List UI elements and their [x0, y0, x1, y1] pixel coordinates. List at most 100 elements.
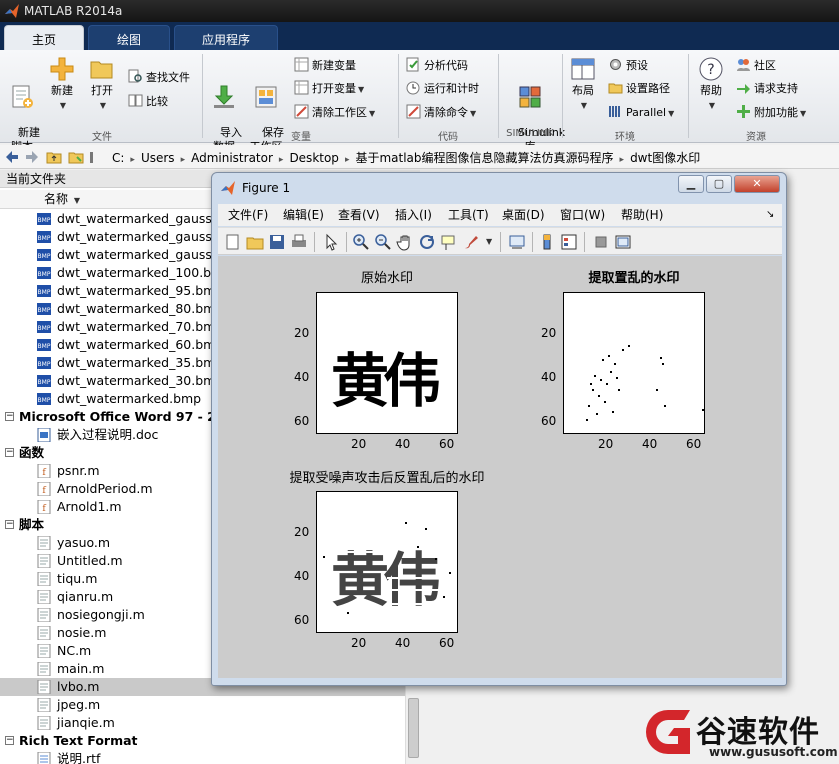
open-button[interactable]: 打开 ▼	[84, 56, 120, 113]
open-variable-button[interactable]: 打开变量 ▼	[294, 79, 364, 99]
pan-hand-icon[interactable]	[396, 233, 414, 251]
figure-menu-item[interactable]: 插入(I)	[395, 204, 432, 226]
minimize-button[interactable]: ▁	[678, 175, 704, 193]
breadcrumb-separator-icon[interactable]: ▸	[130, 155, 135, 165]
chevron-down-icon[interactable]: ▼	[486, 237, 492, 246]
file-list-item[interactable]: jianqie.m	[0, 714, 405, 732]
new-figure-icon[interactable]	[224, 233, 242, 251]
zoom-in-icon[interactable]	[352, 233, 370, 251]
breadcrumb-item[interactable]: dwt图像水印	[630, 151, 700, 165]
compare-button[interactable]: 比较	[128, 92, 168, 112]
data-cursor-icon[interactable]	[440, 233, 458, 251]
tab-plots[interactable]: 绘图	[88, 25, 170, 50]
find-files-button[interactable]: 查找文件	[128, 68, 190, 88]
file-name: Untitled.m	[57, 553, 123, 568]
clear-workspace-button[interactable]: 清除工作区 ▼	[294, 103, 375, 123]
find-files-label: 查找文件	[146, 71, 190, 84]
open-variable-icon	[294, 80, 309, 95]
breadcrumb-separator-icon[interactable]: ▸	[620, 155, 625, 165]
figure-menu-item[interactable]: 桌面(D)	[502, 204, 545, 226]
figure-title-bar[interactable]: Figure 1 ▁ ▢ ✕	[212, 173, 786, 201]
breadcrumb-separator-icon[interactable]: ▸	[279, 155, 284, 165]
rotate-3d-icon[interactable]	[418, 233, 436, 251]
maximize-button[interactable]: ▢	[706, 175, 732, 193]
clear-commands-label: 清除命令	[424, 106, 468, 119]
up-folder-icon[interactable]	[46, 149, 62, 165]
link-plot-icon[interactable]	[508, 233, 526, 251]
request-support-button[interactable]: 请求支持	[736, 79, 798, 99]
group-label-resources: 资源	[746, 132, 766, 143]
close-button[interactable]: ✕	[734, 175, 780, 193]
group-label-environment: 环境	[615, 132, 635, 143]
svg-text:BMP: BMP	[38, 217, 51, 224]
figure-toolbar: ▼	[218, 227, 782, 255]
back-arrow-icon[interactable]	[4, 149, 20, 165]
file-name: Arnold1.m	[57, 499, 122, 514]
preferences-button[interactable]: 预设	[608, 56, 648, 76]
new-button[interactable]: 新建 ▼	[44, 56, 80, 113]
open-file-icon[interactable]	[246, 233, 264, 251]
legend-icon[interactable]	[560, 233, 578, 251]
community-label: 社区	[754, 59, 776, 72]
breadcrumb-item[interactable]: 基于matlab编程图像信息隐藏算法仿真源码程序	[355, 151, 613, 165]
print-icon[interactable]	[290, 233, 308, 251]
axes-3[interactable]: 黄伟	[316, 491, 458, 633]
scrollbar-thumb[interactable]	[408, 698, 419, 758]
tab-home[interactable]: 主页	[4, 25, 84, 50]
svg-text:BMP: BMP	[38, 253, 51, 260]
figure-menu-item[interactable]: 文件(F)	[228, 204, 268, 226]
axes-1[interactable]: 黄伟	[316, 292, 458, 434]
dock-arrow-icon[interactable]: ↘	[766, 204, 774, 226]
breadcrumb-item[interactable]: Desktop	[289, 151, 339, 165]
collapse-toggle-icon[interactable]: −	[5, 520, 14, 529]
file-list-item[interactable]: jpeg.m	[0, 696, 405, 714]
run-and-time-button[interactable]: 运行和计时	[406, 79, 479, 99]
file-name: jpeg.m	[57, 697, 101, 712]
hide-plot-tools-icon[interactable]	[592, 233, 610, 251]
collapse-toggle-icon[interactable]: −	[5, 736, 14, 745]
figure-menu-item[interactable]: 查看(V)	[338, 204, 380, 226]
parallel-button[interactable]: Parallel ▼	[608, 103, 674, 123]
brush-icon[interactable]	[462, 233, 480, 251]
scrambled-watermark-image	[586, 345, 704, 421]
clear-commands-button[interactable]: 清除命令 ▼	[406, 103, 476, 123]
forward-arrow-icon[interactable]	[24, 149, 40, 165]
collapse-toggle-icon[interactable]: −	[5, 412, 14, 421]
file-name: psnr.m	[57, 463, 100, 478]
tab-apps[interactable]: 应用程序	[174, 25, 278, 50]
figure-menu-item[interactable]: 编辑(E)	[283, 204, 324, 226]
breadcrumb-item[interactable]: Administrator	[191, 151, 273, 165]
zoom-out-icon[interactable]	[374, 233, 392, 251]
save-icon[interactable]	[268, 233, 286, 251]
m-file-icon	[37, 715, 51, 731]
browse-folder-icon[interactable]	[68, 149, 84, 165]
add-ons-button[interactable]: 附加功能 ▼	[736, 103, 806, 123]
breadcrumb-separator-icon[interactable]: ▸	[181, 155, 186, 165]
collapse-toggle-icon[interactable]: −	[5, 448, 14, 457]
community-button[interactable]: 社区	[736, 56, 776, 76]
figure-menu-item[interactable]: 工具(T)	[448, 204, 489, 226]
doc-file-icon	[37, 427, 51, 443]
file-group-header[interactable]: − Rich Text Format	[0, 732, 405, 750]
figure-menu-item[interactable]: 帮助(H)	[621, 204, 663, 226]
pointer-icon[interactable]	[322, 233, 340, 251]
x-tick: 20	[351, 636, 367, 650]
show-plot-tools-icon[interactable]	[614, 233, 632, 251]
svg-text:BMP: BMP	[38, 307, 51, 314]
svg-text:BMP: BMP	[38, 325, 51, 332]
new-variable-button[interactable]: 新建变量	[294, 56, 356, 76]
axes-2[interactable]	[563, 292, 705, 434]
help-button[interactable]: ? 帮助 ▼	[694, 56, 728, 113]
figure-menu-item[interactable]: 窗口(W)	[560, 204, 605, 226]
set-path-button[interactable]: 设置路径	[608, 79, 670, 99]
m-file-icon	[37, 643, 51, 659]
chevron-down-icon: ▼	[99, 101, 107, 110]
file-list-item[interactable]: 说明.rtf	[0, 750, 405, 764]
colorbar-icon[interactable]	[538, 233, 556, 251]
breadcrumb-item[interactable]: C:	[112, 151, 124, 165]
run-and-time-icon	[406, 81, 420, 95]
layout-button[interactable]: 布局 ▼	[566, 56, 600, 113]
breadcrumb-separator-icon[interactable]: ▸	[345, 155, 350, 165]
analyze-code-button[interactable]: 分析代码	[406, 56, 468, 76]
breadcrumb-item[interactable]: Users	[141, 151, 175, 165]
